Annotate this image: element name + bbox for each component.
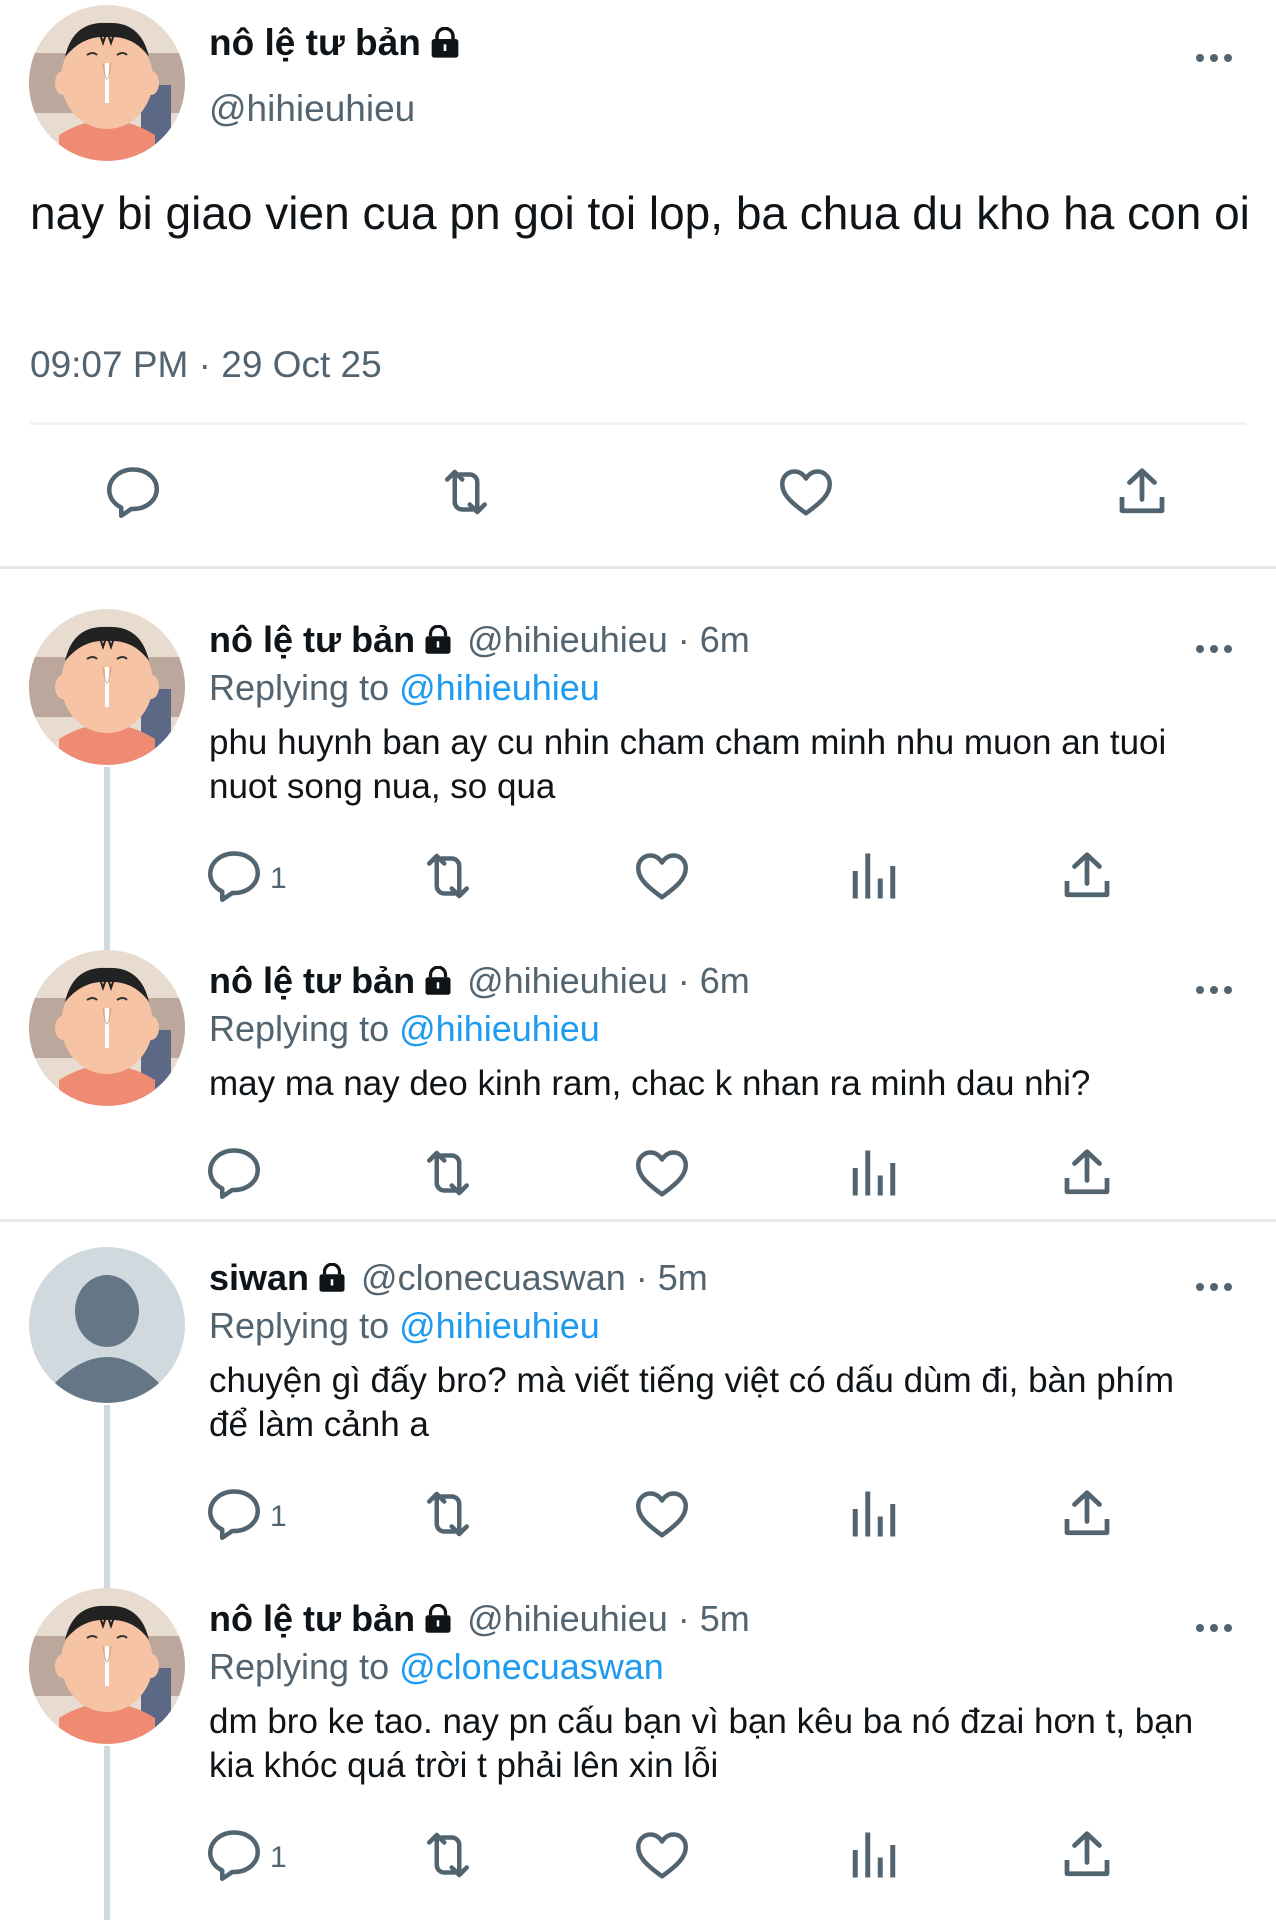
lock-icon xyxy=(423,966,453,996)
reply-icon[interactable] xyxy=(204,1825,264,1885)
reply-count: 1 xyxy=(270,1841,287,1874)
replying-to-link[interactable]: @hihieuhieu xyxy=(399,1008,600,1049)
retweet-icon[interactable] xyxy=(418,1143,478,1203)
default-avatar-image xyxy=(29,1247,185,1403)
replying-to-link[interactable]: @hihieuhieu xyxy=(399,1305,600,1346)
avatar-image xyxy=(29,5,185,161)
views-icon[interactable] xyxy=(844,1484,904,1544)
tweet-text: phu huynh ban ay cu nhin cham cham minh … xyxy=(209,723,1167,806)
thread-line xyxy=(104,1405,110,1589)
share-icon[interactable] xyxy=(1057,846,1117,906)
more-icon[interactable] xyxy=(1194,1277,1234,1297)
avatar[interactable] xyxy=(29,1247,185,1403)
reply-icon[interactable] xyxy=(204,846,264,906)
divider xyxy=(0,566,1276,569)
divider xyxy=(30,422,1246,425)
more-icon[interactable] xyxy=(1194,980,1234,1000)
author-name[interactable]: nô lệ tư bản xyxy=(209,1598,415,1640)
replying-prefix: Replying to xyxy=(209,1008,390,1049)
author-meta[interactable]: @hihieuhieu · 6m xyxy=(467,619,750,661)
tweet-text: chuyện gì đấy bro? mà viết tiếng việt có… xyxy=(209,1361,1175,1444)
reply-tweet[interactable]: nô lệ tư bản @hihieuhieu · 6m Replying t… xyxy=(0,950,1276,1220)
author-name[interactable]: nô lệ tư bản xyxy=(209,960,415,1002)
tweet-timestamp[interactable]: 09:07 PM · 29 Oct 25 xyxy=(30,344,382,386)
lock-icon xyxy=(429,27,461,59)
replying-to: Replying to @hihieuhieu xyxy=(209,1008,600,1050)
more-icon[interactable] xyxy=(1194,1618,1234,1638)
reply-icon[interactable] xyxy=(204,1484,264,1544)
replying-prefix: Replying to xyxy=(209,1305,390,1346)
share-icon[interactable] xyxy=(1057,1825,1117,1885)
thread-line xyxy=(104,1746,110,1920)
avatar[interactable] xyxy=(29,609,185,765)
heart-icon[interactable] xyxy=(632,846,692,906)
lock-icon xyxy=(317,1263,347,1293)
avatar-image xyxy=(29,609,185,765)
views-icon[interactable] xyxy=(844,1143,904,1203)
retweet-icon[interactable] xyxy=(418,1825,478,1885)
avatar[interactable] xyxy=(29,5,185,161)
views-icon[interactable] xyxy=(844,846,904,906)
tweet-text: nay bi giao vien cua pn goi toi lop, ba … xyxy=(30,187,1250,239)
avatar[interactable] xyxy=(29,950,185,1106)
more-icon[interactable] xyxy=(1194,639,1234,659)
share-icon[interactable] xyxy=(1057,1143,1117,1203)
more-icon[interactable] xyxy=(1194,48,1234,68)
author-meta[interactable]: @clonecuaswan · 5m xyxy=(361,1257,708,1299)
reply-icon[interactable] xyxy=(103,462,163,522)
author-meta[interactable]: @hihieuhieu · 6m xyxy=(467,960,750,1002)
share-icon[interactable] xyxy=(1112,462,1172,522)
heart-icon[interactable] xyxy=(776,462,836,522)
author-name[interactable]: nô lệ tư bản xyxy=(209,22,461,64)
author-handle[interactable]: @hihieuhieu xyxy=(209,88,415,130)
tweet-text: may ma nay deo kinh ram, chac k nhan ra … xyxy=(209,1064,1091,1103)
lock-icon xyxy=(423,1604,453,1634)
replying-to: Replying to @hihieuhieu xyxy=(209,1305,600,1347)
heart-icon[interactable] xyxy=(632,1143,692,1203)
reply-count: 1 xyxy=(270,862,287,895)
replying-to-link[interactable]: @clonecuaswan xyxy=(399,1646,664,1687)
views-icon[interactable] xyxy=(844,1825,904,1885)
tweet-text: dm bro ke tao. nay pn cấu bạn vì bạn kêu… xyxy=(209,1702,1194,1785)
replying-to-link[interactable]: @hihieuhieu xyxy=(399,667,600,708)
retweet-icon[interactable] xyxy=(418,846,478,906)
lock-icon xyxy=(423,625,453,655)
divider xyxy=(0,1219,1276,1222)
reply-tweet[interactable]: nô lệ tư bản @hihieuhieu · 6m Replying t… xyxy=(0,609,1276,951)
replying-prefix: Replying to xyxy=(209,1646,390,1687)
heart-icon[interactable] xyxy=(632,1484,692,1544)
thread-line xyxy=(104,767,110,951)
heart-icon[interactable] xyxy=(632,1825,692,1885)
reply-tweet[interactable]: nô lệ tư bản @hihieuhieu · 5m Replying t… xyxy=(0,1588,1276,1920)
author-meta[interactable]: @hihieuhieu · 5m xyxy=(467,1598,750,1640)
retweet-icon[interactable] xyxy=(418,1484,478,1544)
replying-to: Replying to @clonecuaswan xyxy=(209,1646,664,1688)
replying-to: Replying to @hihieuhieu xyxy=(209,667,600,709)
retweet-icon[interactable] xyxy=(436,462,496,522)
replying-prefix: Replying to xyxy=(209,667,390,708)
author-name-text: nô lệ tư bản xyxy=(209,22,421,63)
reply-icon[interactable] xyxy=(204,1143,264,1203)
avatar[interactable] xyxy=(29,1588,185,1744)
reply-tweet[interactable]: siwan @clonecuaswan · 5m Replying to @hi… xyxy=(0,1247,1276,1589)
author-name[interactable]: siwan xyxy=(209,1257,309,1299)
author-name[interactable]: nô lệ tư bản xyxy=(209,619,415,661)
avatar-image xyxy=(29,950,185,1106)
reply-count: 1 xyxy=(270,1500,287,1533)
avatar-image xyxy=(29,1588,185,1744)
share-icon[interactable] xyxy=(1057,1484,1117,1544)
